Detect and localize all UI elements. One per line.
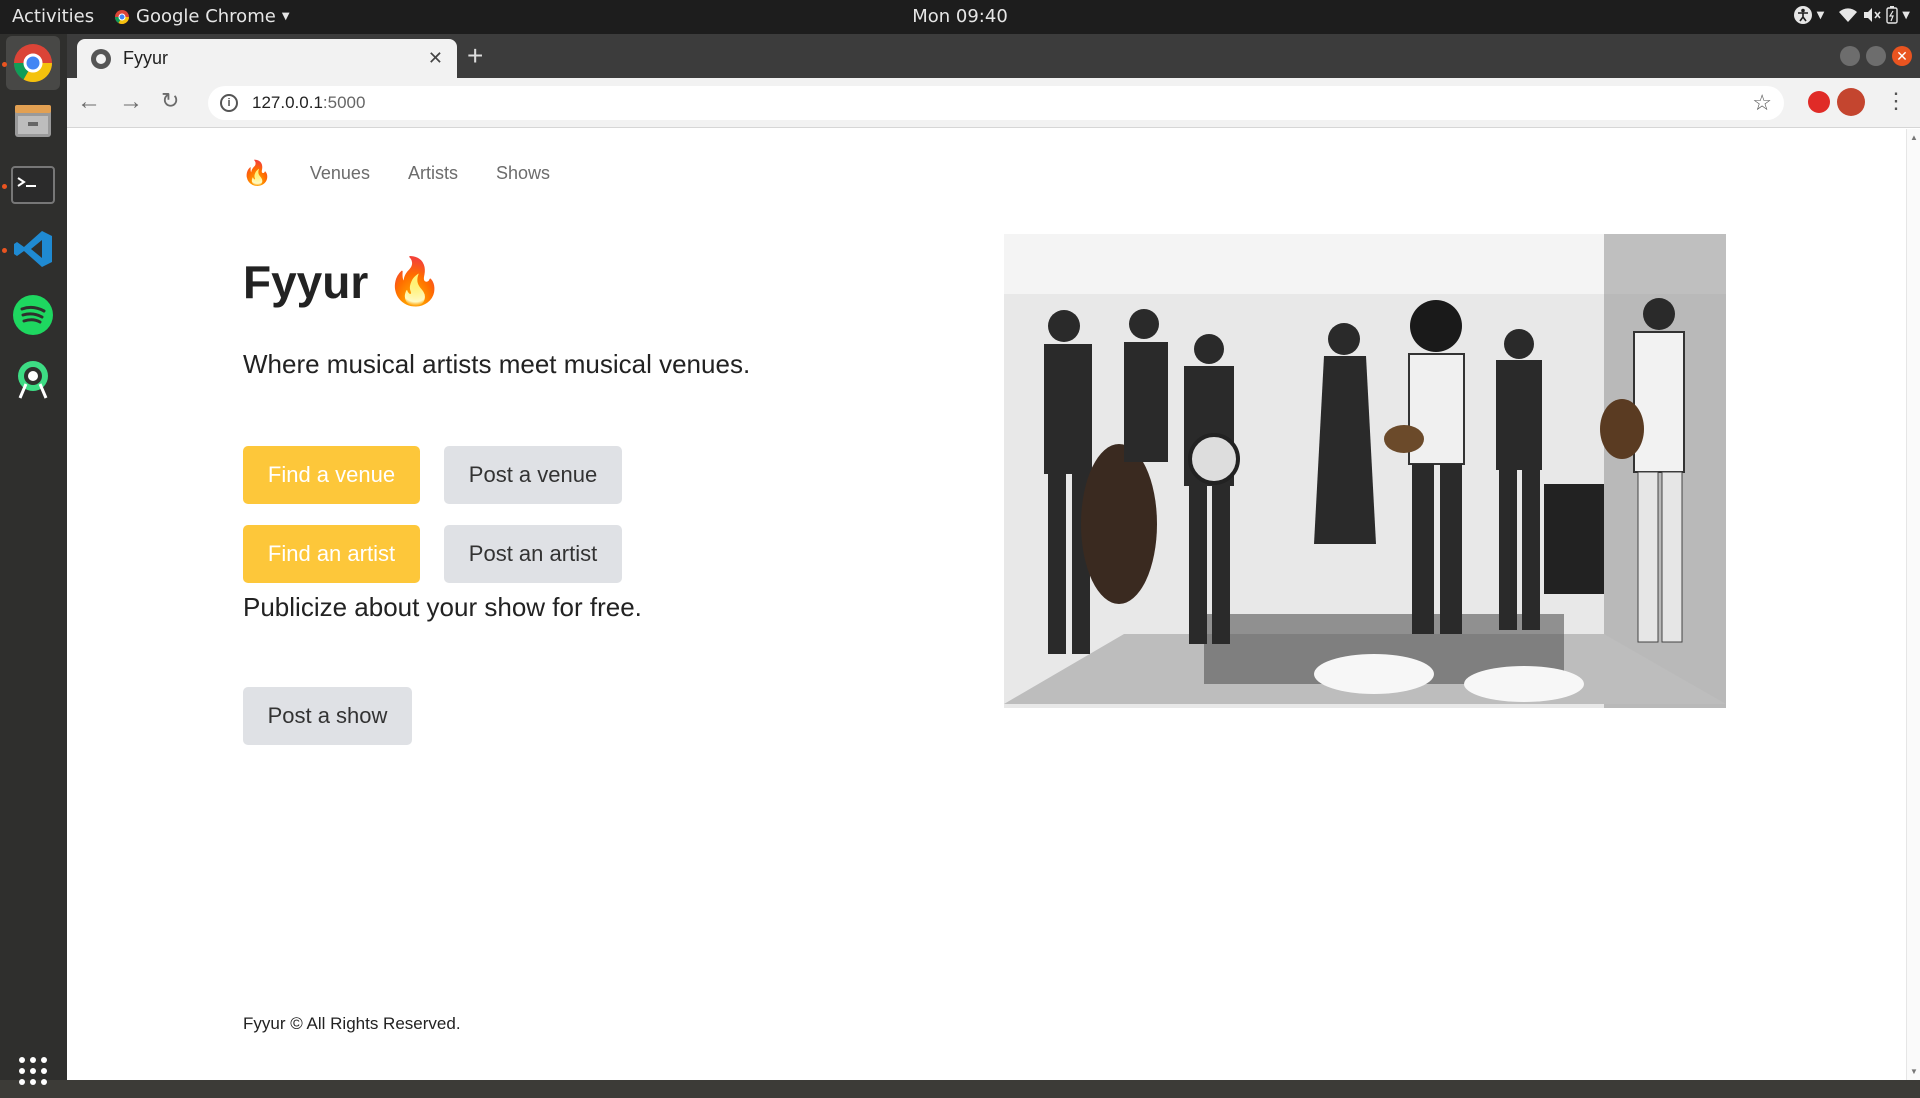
tab-strip: Fyyur ✕ + ✕ <box>67 34 1920 78</box>
dock-spotify[interactable] <box>6 288 60 342</box>
post-artist-button[interactable]: Post an artist <box>444 525 622 583</box>
band-photo-illustration <box>1004 234 1726 708</box>
page-title: Fyyur 🔥 <box>243 254 444 309</box>
find-venue-button[interactable]: Find a venue <box>243 446 420 504</box>
back-button[interactable]: ← <box>77 88 101 116</box>
scroll-down-arrow-icon[interactable]: ▼ <box>1910 1067 1918 1076</box>
close-icon[interactable]: ✕ <box>428 48 443 69</box>
terminal-icon <box>11 166 55 204</box>
maximize-button[interactable] <box>1866 46 1886 66</box>
wifi-icon <box>1839 8 1858 22</box>
post-venue-button[interactable]: Post a venue <box>444 446 622 504</box>
address-bar[interactable]: i 127.0.0.1:5000 ☆ <box>208 86 1784 120</box>
footer-text: Fyyur © All Rights Reserved. <box>243 1014 461 1033</box>
tagline: Where musical artists meet musical venue… <box>243 349 751 379</box>
accessibility-icon <box>1793 6 1812 24</box>
publicize-text: Publicize about your show for free. <box>243 592 642 622</box>
vscode-icon <box>14 231 52 267</box>
window-controls: ✕ <box>1840 46 1912 66</box>
running-indicator <box>2 62 7 67</box>
minimize-button[interactable] <box>1840 46 1860 66</box>
page-scrollbar[interactable]: ▲ ▼ <box>1906 129 1920 1080</box>
volume-muted-icon <box>1864 8 1881 22</box>
nav-venues[interactable]: Venues <box>310 163 370 184</box>
chevron-down-icon: ▼ <box>1816 9 1825 21</box>
tab-title: Fyyur <box>123 48 168 68</box>
clock[interactable]: Mon 09:40 <box>912 6 1008 27</box>
page-title-text: Fyyur <box>243 255 369 308</box>
tab-fyyur[interactable]: Fyyur ✕ <box>77 39 457 78</box>
find-artist-button[interactable]: Find an artist <box>243 525 420 583</box>
dock <box>0 34 67 1085</box>
scroll-up-arrow-icon[interactable]: ▲ <box>1910 133 1918 142</box>
forward-button[interactable]: → <box>119 88 143 116</box>
running-indicator <box>2 248 7 253</box>
dock-vscode[interactable] <box>6 222 60 276</box>
file-cabinet-icon <box>15 105 51 137</box>
battery-icon <box>1886 6 1898 24</box>
chrome-small-icon <box>115 9 129 24</box>
browser-menu-icon[interactable]: ⋮ <box>1885 88 1907 114</box>
app-menu-label: Google Chrome <box>136 6 276 27</box>
dock-chrome[interactable] <box>6 36 60 90</box>
system-tray[interactable]: ▼ ▼ <box>1793 5 1910 25</box>
chrome-icon <box>13 44 53 83</box>
profile-avatar[interactable] <box>1837 88 1865 116</box>
fire-icon: 🔥 <box>386 255 444 307</box>
show-applications[interactable] <box>6 1044 60 1098</box>
system-top-bar: Activities Google Chrome ▼ Mon 09:40 ▼ ▼ <box>0 0 1920 34</box>
dock-files[interactable] <box>6 94 60 148</box>
brand-logo[interactable]: 🔥 <box>242 159 272 188</box>
chevron-down-icon: ▼ <box>1902 9 1910 21</box>
nav-artists[interactable]: Artists <box>408 163 458 184</box>
band-photo <box>1004 234 1726 708</box>
dock-android-studio[interactable] <box>6 352 60 406</box>
activities-button[interactable]: Activities <box>12 6 94 27</box>
browser-window: Fyyur ✕ + ✕ ← → ↻ i 127.0.0.1:5000 ☆ ⋮ 🔥… <box>67 34 1920 1080</box>
new-tab-button[interactable]: + <box>467 40 483 72</box>
app-menu[interactable]: Google Chrome ▼ <box>114 6 290 27</box>
window-close-button[interactable]: ✕ <box>1892 46 1912 66</box>
info-icon[interactable]: i <box>220 94 238 112</box>
reload-button[interactable]: ↻ <box>161 88 179 114</box>
dock-terminal[interactable] <box>6 158 60 212</box>
spotify-icon <box>13 295 53 335</box>
running-indicator <box>2 184 7 189</box>
page-viewport: 🔥 Venues Artists Shows Fyyur 🔥 Where mus… <box>67 129 1920 1080</box>
bookmark-star-icon[interactable]: ☆ <box>1752 90 1772 116</box>
post-show-button[interactable]: Post a show <box>243 687 412 745</box>
app-grid-icon <box>19 1057 47 1085</box>
browser-toolbar: ← → ↻ i 127.0.0.1:5000 ☆ ⋮ <box>67 78 1920 128</box>
chevron-down-icon: ▼ <box>281 11 290 22</box>
site-navbar: 🔥 Venues Artists Shows <box>242 159 550 188</box>
android-studio-icon <box>18 361 48 399</box>
url-text[interactable]: 127.0.0.1:5000 <box>252 93 1752 113</box>
globe-icon <box>91 48 111 69</box>
status-menu[interactable]: ▼ <box>1838 6 1910 24</box>
nav-shows[interactable]: Shows <box>496 163 550 184</box>
accessibility-menu[interactable]: ▼ <box>1793 5 1825 25</box>
